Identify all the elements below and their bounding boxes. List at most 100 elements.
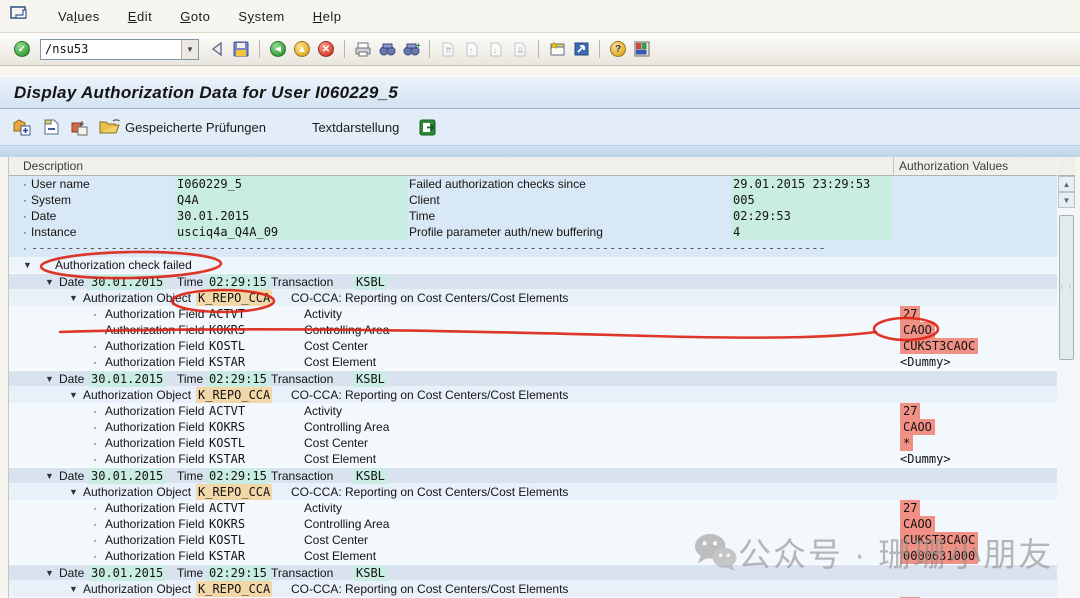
find-button[interactable] <box>376 38 398 60</box>
exit-button[interactable]: ▲ <box>291 38 313 60</box>
find-next-button[interactable]: + <box>400 38 422 60</box>
field-label: Authorization Field <box>105 354 204 370</box>
back-button[interactable] <box>206 38 228 60</box>
transaction-value: KSBL <box>354 371 387 387</box>
date-row[interactable]: ▼Date30.01.2015Time02:29:15TransactionKS… <box>9 565 1057 581</box>
field-bullet: · <box>93 306 97 322</box>
field-rows: ·Authorization FieldACTVTActivity27·Auth… <box>9 306 1057 370</box>
tree-block: ▼Date30.01.2015Time02:29:15TransactionKS… <box>9 564 1057 598</box>
field-label: Authorization Field <box>105 435 204 451</box>
field-row[interactable]: ·Authorization FieldKOKRSControlling Are… <box>9 419 1057 435</box>
collapse-arrow-icon[interactable]: ▼ <box>45 274 54 290</box>
collapse-arrow-icon[interactable]: ▼ <box>69 484 78 500</box>
field-row[interactable]: ·Authorization FieldKOSTLCost CenterCUKS… <box>9 338 1057 354</box>
menu-help[interactable]: Help <box>299 5 356 28</box>
transaction-label: Transaction <box>271 565 333 581</box>
field-row[interactable]: ·Authorization FieldKOKRSControlling Are… <box>9 516 1057 532</box>
field-bullet: · <box>93 403 97 419</box>
transaction-value: KSBL <box>354 274 387 290</box>
field-name: KOSTL <box>209 338 245 354</box>
field-name: ACTVT <box>209 403 245 419</box>
last-page-button[interactable]: ⇊ <box>509 38 531 60</box>
field-row[interactable]: ·Authorization FieldKOSTLCost Center* <box>9 435 1057 451</box>
transaction-label: Transaction <box>271 274 333 290</box>
create-shortcut-button[interactable] <box>570 38 592 60</box>
field-row[interactable]: ·Authorization FieldKOKRSControlling Are… <box>9 322 1057 338</box>
page-up-button[interactable]: ↑ <box>461 38 483 60</box>
time-label: Time <box>177 565 203 581</box>
authorization-value: CUKST3CAOC <box>900 338 978 354</box>
field-row[interactable]: ·Authorization FieldACTVTActivity27 <box>9 403 1057 419</box>
field-row[interactable]: ·Authorization FieldACTVTActivity27 <box>9 306 1057 322</box>
scroll-down-button[interactable]: ▼ <box>1058 192 1075 208</box>
collapse-arrow-icon[interactable]: ▼ <box>45 371 54 387</box>
scroll-up-button[interactable]: ▲ <box>1058 176 1075 192</box>
menu-system[interactable]: System <box>224 5 298 28</box>
collapse-arrow-icon[interactable]: ▼ <box>69 581 78 597</box>
expand-subtree-button[interactable] <box>10 115 36 139</box>
first-page-button[interactable]: ⇈ <box>437 38 459 60</box>
time-label: Time <box>177 371 203 387</box>
page-up-icon: ↑ <box>465 42 479 57</box>
sort-hierarchy-button[interactable] <box>68 115 92 139</box>
page-down-button[interactable]: ↓ <box>485 38 507 60</box>
field-description: Cost Center <box>304 338 368 354</box>
tree-root-row[interactable]: ▼ Authorization check failed <box>9 257 1057 273</box>
collapse-arrow-icon[interactable]: ▼ <box>45 565 54 581</box>
object-description: CO-CCA: Reporting on Cost Centers/Cost E… <box>291 387 568 403</box>
system-menu-icon[interactable] <box>10 6 30 26</box>
field-row[interactable]: ·Authorization FieldKSTARCost Element000… <box>9 548 1057 564</box>
authorization-value: 27 <box>900 306 920 322</box>
collapse-subtree-button[interactable] <box>40 115 64 139</box>
field-description: Cost Element <box>304 354 376 370</box>
collapse-arrow-icon[interactable]: ▼ <box>69 387 78 403</box>
field-row[interactable]: ·Authorization FieldKOSTLCost CenterCUKS… <box>9 532 1057 548</box>
field-row[interactable]: ·Authorization FieldACTVTActivity27 <box>9 500 1057 516</box>
saved-checks-button[interactable]: Gespeicherte Prüfungen <box>96 115 273 139</box>
object-row[interactable]: ▼Authorization ObjectK_REPO_CCACO-CCA: R… <box>9 290 1057 306</box>
scrollbar-thumb[interactable]: ⋮⋮ <box>1059 215 1074 360</box>
cancel-button[interactable]: ✕ <box>315 38 337 60</box>
print-button[interactable] <box>352 38 374 60</box>
customize-layout-button[interactable] <box>631 38 653 60</box>
menu-edit[interactable]: Edit <box>114 5 166 28</box>
field-row[interactable]: ·Authorization FieldKSTARCost Element<Du… <box>9 354 1057 370</box>
menu-values[interactable]: Values <box>44 5 114 28</box>
enter-button[interactable]: ✓ <box>11 38 33 60</box>
help-button[interactable]: ? <box>607 38 629 60</box>
save-button[interactable] <box>230 38 252 60</box>
field-label: Authorization Field <box>105 338 204 354</box>
info-row: ·SystemQ4AClient005 <box>9 192 1057 208</box>
date-row[interactable]: ▼Date30.01.2015Time02:29:15TransactionKS… <box>9 274 1057 290</box>
date-row[interactable]: ▼Date30.01.2015Time02:29:15TransactionKS… <box>9 371 1057 387</box>
export-button[interactable] <box>416 115 441 139</box>
field-name: KOKRS <box>209 516 245 532</box>
back-page-button[interactable]: ◄ <box>267 38 289 60</box>
text-display-button[interactable]: Textdarstellung <box>305 115 406 139</box>
header-info-block: ·User nameI060229_5Failed authorization … <box>9 176 1057 257</box>
authorization-value: 27 <box>900 403 920 419</box>
field-row[interactable]: ·Authorization FieldKSTARCost Element<Du… <box>9 451 1057 467</box>
transaction-label: Transaction <box>271 468 333 484</box>
menu-goto[interactable]: Goto <box>166 5 224 28</box>
collapse-arrow-icon[interactable]: ▼ <box>45 468 54 484</box>
date-row[interactable]: ▼Date30.01.2015Time02:29:15TransactionKS… <box>9 468 1057 484</box>
object-label: Authorization Object <box>83 387 191 403</box>
field-description: Cost Center <box>304 435 368 451</box>
object-row[interactable]: ▼Authorization ObjectK_REPO_CCACO-CCA: R… <box>9 387 1057 403</box>
field-name: KSTAR <box>209 354 245 370</box>
collapse-arrow-icon[interactable]: ▼ <box>23 257 32 273</box>
new-session-button[interactable] <box>546 38 568 60</box>
vertical-scrollbar[interactable]: ▲ ▼ ⋮⋮ <box>1058 157 1075 598</box>
info-label2: Profile parameter auth/new buffering <box>409 224 603 240</box>
command-input[interactable] <box>41 40 181 59</box>
object-row[interactable]: ▼Authorization ObjectK_REPO_CCACO-CCA: R… <box>9 484 1057 500</box>
time-value: 02:29:15 <box>207 565 269 581</box>
field-name: KOSTL <box>209 435 245 451</box>
object-row[interactable]: ▼Authorization ObjectK_REPO_CCACO-CCA: R… <box>9 581 1057 597</box>
command-field-box: ▼ <box>40 39 199 60</box>
menu-bar: ValuesEditGotoSystemHelp <box>0 0 1080 33</box>
command-dropdown-icon[interactable]: ▼ <box>181 40 198 59</box>
info-label2: Client <box>409 192 440 208</box>
collapse-arrow-icon[interactable]: ▼ <box>69 290 78 306</box>
